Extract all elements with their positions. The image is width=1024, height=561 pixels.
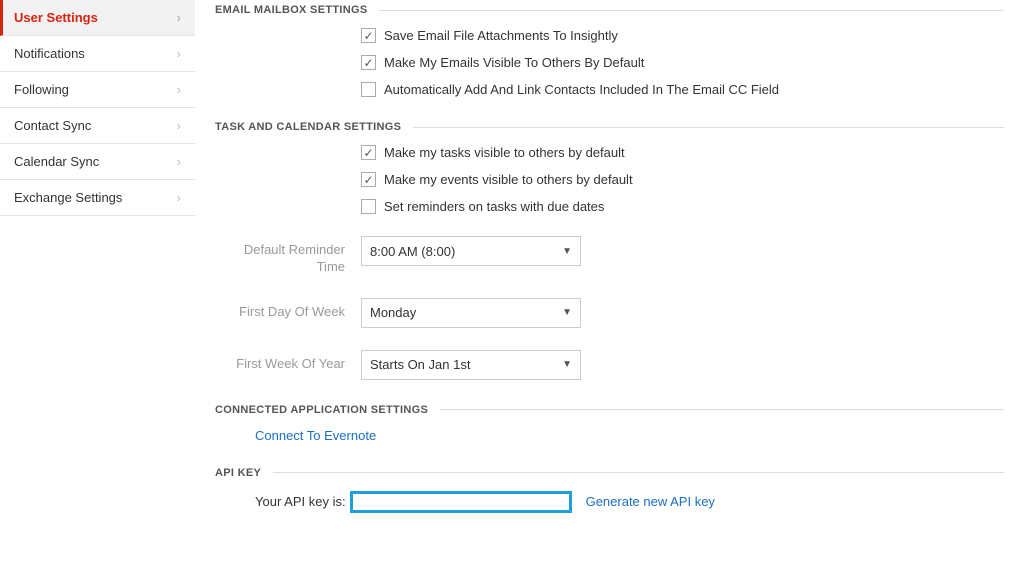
checkbox-icon[interactable] [361,28,376,43]
sidebar-item-calendar-sync[interactable]: Calendar Sync › [0,144,195,180]
divider [379,10,1004,11]
select-value: 8:00 AM (8:00) [370,244,455,259]
label-reminder-time: Default Reminder Time [215,236,361,276]
sidebar-item-label: Contact Sync [14,118,91,133]
checkbox-row-emails-visible[interactable]: Make My Emails Visible To Others By Defa… [361,55,1004,70]
select-first-day[interactable]: Monday ▼ [361,298,581,328]
checkbox-icon[interactable] [361,145,376,160]
link-generate-apikey[interactable]: Generate new API key [586,494,715,509]
sidebar-item-label: Calendar Sync [14,154,99,169]
caret-down-icon: ▼ [562,359,572,370]
checkbox-row-save-attachments[interactable]: Save Email File Attachments To Insightly [361,28,1004,43]
apikey-label: Your API key is: [255,494,346,509]
chevron-right-icon: › [177,118,181,133]
sidebar: User Settings › Notifications › Followin… [0,0,195,513]
label-first-day: First Day Of Week [215,298,361,321]
divider [273,472,1004,473]
divider [413,127,1004,128]
chevron-right-icon: › [177,154,181,169]
checkbox-row-auto-add-contacts[interactable]: Automatically Add And Link Contacts Incl… [361,82,1004,97]
apikey-value-box [350,491,572,513]
select-value: Monday [370,305,416,320]
checkbox-label: Make my events visible to others by defa… [384,172,633,187]
select-reminder-time[interactable]: 8:00 AM (8:00) ▼ [361,236,581,266]
sidebar-item-label: Notifications [14,46,85,61]
checkbox-label: Set reminders on tasks with due dates [384,199,604,214]
sidebar-item-user-settings[interactable]: User Settings › [0,0,195,36]
checkbox-label: Make my tasks visible to others by defau… [384,145,625,160]
section-title-connected: CONNECTED APPLICATION SETTINGS [215,404,428,416]
chevron-right-icon: › [177,46,181,61]
caret-down-icon: ▼ [562,246,572,257]
select-value: Starts On Jan 1st [370,357,470,372]
section-title-apikey: API KEY [215,467,261,479]
sidebar-item-label: Exchange Settings [14,190,122,205]
chevron-right-icon: › [177,10,181,25]
sidebar-item-label: User Settings [14,10,98,25]
sidebar-item-following[interactable]: Following › [0,72,195,108]
section-title-email: EMAIL MAILBOX SETTINGS [215,4,367,16]
main-content: EMAIL MAILBOX SETTINGS Save Email File A… [195,0,1024,513]
checkbox-icon[interactable] [361,55,376,70]
sidebar-item-notifications[interactable]: Notifications › [0,36,195,72]
checkbox-row-events-visible[interactable]: Make my events visible to others by defa… [361,172,1004,187]
checkbox-icon[interactable] [361,82,376,97]
select-first-week[interactable]: Starts On Jan 1st ▼ [361,350,581,380]
checkbox-row-tasks-visible[interactable]: Make my tasks visible to others by defau… [361,145,1004,160]
checkbox-label: Make My Emails Visible To Others By Defa… [384,55,644,70]
checkbox-icon[interactable] [361,199,376,214]
link-connect-evernote[interactable]: Connect To Evernote [255,428,376,443]
checkbox-label: Save Email File Attachments To Insightly [384,28,618,43]
chevron-right-icon: › [177,82,181,97]
sidebar-item-exchange-settings[interactable]: Exchange Settings › [0,180,195,216]
checkbox-icon[interactable] [361,172,376,187]
divider [440,409,1004,410]
section-title-task: TASK AND CALENDAR SETTINGS [215,121,401,133]
sidebar-item-label: Following [14,82,69,97]
checkbox-label: Automatically Add And Link Contacts Incl… [384,82,779,97]
caret-down-icon: ▼ [562,307,572,318]
chevron-right-icon: › [177,190,181,205]
sidebar-item-contact-sync[interactable]: Contact Sync › [0,108,195,144]
label-first-week: First Week Of Year [215,350,361,373]
checkbox-row-set-reminders[interactable]: Set reminders on tasks with due dates [361,199,1004,214]
